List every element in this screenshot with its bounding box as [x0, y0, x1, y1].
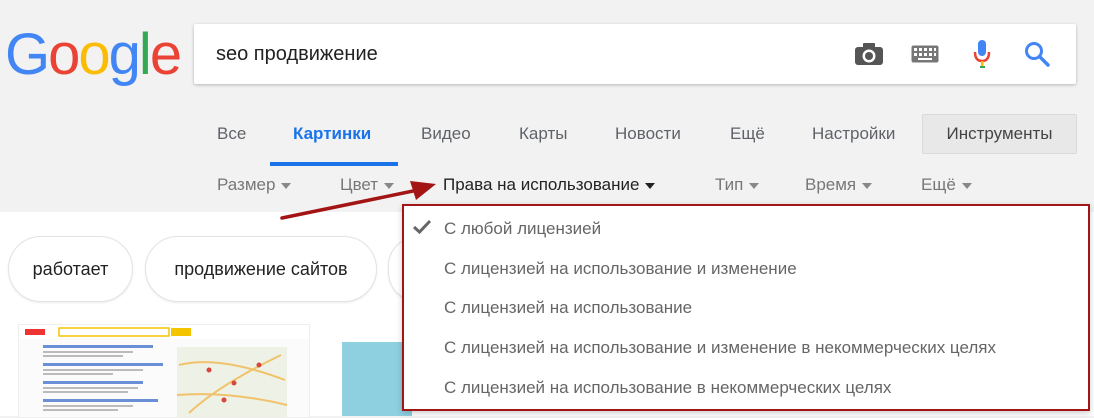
filter-label: Тип	[715, 175, 744, 194]
logo-letter: o	[78, 22, 110, 87]
menu-item-reuse-noncommercial[interactable]: С лицензией на использование в некоммерч…	[444, 378, 891, 398]
logo-letter: l	[138, 22, 152, 87]
logo-letter: o	[48, 22, 80, 87]
filter-label: Права на использование	[443, 175, 640, 194]
image-result-thumbnail[interactable]	[18, 324, 310, 418]
caret-down-icon	[281, 182, 292, 189]
filter-type[interactable]: Тип	[715, 175, 760, 195]
tab-settings[interactable]: Настройки	[812, 124, 895, 144]
caret-down-icon	[384, 182, 395, 189]
active-tab-indicator	[270, 162, 398, 166]
filter-size[interactable]: Размер	[217, 175, 292, 195]
menu-item-reuse-modify-noncommercial[interactable]: С лицензией на использование и изменение…	[444, 338, 996, 358]
tab-video[interactable]: Видео	[421, 124, 471, 144]
filter-label: Размер	[217, 175, 276, 194]
tools-button[interactable]: Инструменты	[922, 114, 1077, 154]
filter-color[interactable]: Цвет	[340, 175, 395, 195]
tab-all[interactable]: Все	[217, 124, 246, 144]
thumbnail-image	[19, 325, 309, 417]
filter-more[interactable]: Ещё	[921, 175, 972, 195]
caret-down-icon	[645, 182, 656, 189]
tools-label: Инструменты	[946, 124, 1053, 143]
usage-rights-menu: С любой лицензией С лицензией на использ…	[402, 204, 1090, 411]
menu-item-reuse-modify[interactable]: С лицензией на использование и изменение	[444, 259, 797, 279]
caret-down-icon	[862, 182, 873, 189]
filter-time[interactable]: Время	[805, 175, 873, 195]
related-chip[interactable]: работает	[8, 236, 133, 302]
filter-usage-rights[interactable]: Права на использование	[443, 175, 656, 195]
search-box	[194, 24, 1076, 84]
search-icon[interactable]	[1020, 39, 1054, 69]
google-logo[interactable]: Google	[5, 20, 182, 90]
tab-maps[interactable]: Карты	[519, 124, 567, 144]
checkmark-icon	[412, 219, 432, 240]
chip-label: работает	[32, 258, 109, 279]
tab-images[interactable]: Картинки	[293, 124, 371, 144]
caret-down-icon	[961, 182, 972, 189]
keyboard-icon[interactable]	[908, 39, 942, 69]
logo-letter: G	[5, 22, 50, 87]
tab-more[interactable]: Ещё	[730, 124, 765, 144]
menu-item-reuse[interactable]: С лицензией на использование	[444, 298, 692, 318]
filter-label: Ещё	[921, 175, 956, 194]
related-chip[interactable]: продвижение сайтов	[145, 236, 377, 302]
camera-icon[interactable]	[852, 39, 886, 69]
search-input[interactable]	[216, 24, 816, 84]
filter-label: Время	[805, 175, 857, 194]
tab-news[interactable]: Новости	[615, 124, 681, 144]
logo-letter: e	[149, 22, 182, 87]
filter-label: Цвет	[340, 175, 379, 194]
menu-item-any-license[interactable]: С любой лицензией	[444, 219, 601, 239]
chip-label: продвижение сайтов	[174, 258, 348, 279]
caret-down-icon	[749, 182, 760, 189]
microphone-icon[interactable]	[965, 39, 999, 69]
logo-letter: g	[108, 22, 141, 87]
